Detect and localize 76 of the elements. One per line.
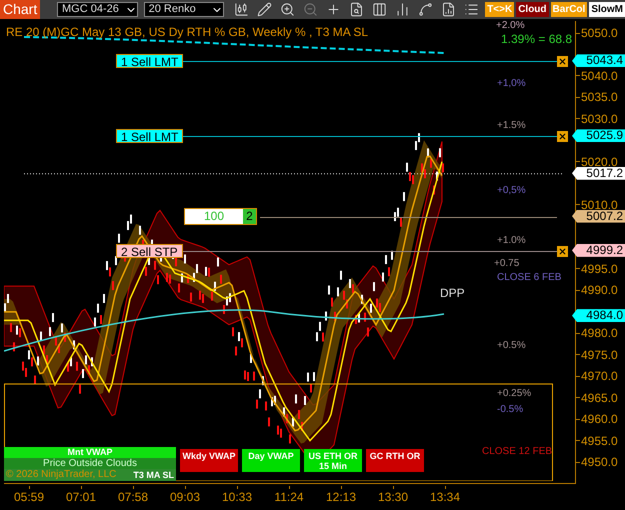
line-icon[interactable] [418,2,434,17]
dropdown[interactable]: MGC 04-26 [57,2,138,17]
close-icon[interactable] [557,131,568,142]
order-label[interactable]: 1 Sell LMT [116,54,184,68]
dropdown[interactable]: 20 Renko [144,2,224,17]
level-label: -0.5% [497,405,524,415]
level-label: +0.5% [497,341,526,351]
price-axis-label: 4970.0 [580,370,618,382]
price-axis-label: 4995.0 [580,262,618,275]
level-label: +2.0% [496,21,525,31]
level-label: +1.5% [497,121,526,131]
price-axis-label: 4955.0 [580,434,618,447]
signal-label: GC RTH OR [366,449,424,472]
time-axis-label: 07:01 [66,489,96,505]
level-label: +0,5% [497,186,526,196]
summary-reading: 1.39% = 68.8 [501,33,572,45]
price-tag: 5025.9 [572,129,625,142]
price-tag: 5007.2 [572,210,625,223]
price-axis-label: 5040.0 [580,70,618,82]
price-tag: 5043.4 [572,54,625,68]
price-axis-label: 5020.0 [580,156,618,168]
order-label[interactable]: 1 Sell LMT [116,129,184,144]
time-axis-label: 13:34 [430,489,460,505]
time-axis-label: 07:58 [118,489,148,505]
level-label: +0.25% [497,389,532,399]
price-axis-label: 4960.0 [580,413,618,426]
price-tag: 4984.0 [572,309,625,322]
chart-tab[interactable]: Chart [0,0,40,19]
level-label: +1.0% [497,236,526,246]
time-axis-label: 12:13 [326,489,356,505]
signal-label: US ETH OR 15 Min [304,449,362,472]
level-label: +0.75 [494,259,520,269]
pencil-icon[interactable] [257,2,272,17]
price-axis-label: 4975.0 [580,348,618,361]
level-label: CLOSE 12 FEB [482,447,552,457]
price-tag: 4999.2 [572,244,625,257]
dpp-label: DPP [440,287,465,299]
signal-label: Day VWAP [242,449,300,472]
price-axis-label: 4980.0 [580,327,618,340]
time-axis-label: 11:24 [274,489,304,505]
zoom-out-icon[interactable] [303,2,318,17]
order-line[interactable] [182,250,557,252]
copyright-text: © 2026 NinjaTrader, LLC [6,469,116,481]
price-axis-label: 5030.0 [580,112,618,125]
document-search-icon[interactable] [349,2,364,17]
chart-document-icon[interactable] [441,2,456,17]
columns-icon[interactable] [372,2,388,17]
time-axis-label: 13:30 [378,489,408,505]
close-icon[interactable] [557,56,568,68]
indicator-label: T3 MA SL [133,469,174,481]
order-label[interactable]: 2 Sell STP [116,244,183,258]
chart-title: RE 20 (M)GC May 13 GB, US Dy RTH % GB, Weekly % , T3 MA SL [6,26,368,38]
level-label: CLOSE 6 FEB [497,273,562,283]
crosshair-icon[interactable] [326,2,342,17]
zoom-in-icon[interactable] [280,2,296,17]
indicator-label: Mnt VWAP [4,447,176,458]
price-axis-label: 5010.0 [580,198,618,211]
toolbar-toggle[interactable]: SlowM [589,2,625,17]
time-axis-label: 10:33 [222,489,252,505]
price-axis-label: 4990.0 [580,284,618,296]
time-axis-label: 09:03 [170,489,200,505]
price-axis-label: 4965.0 [580,392,618,404]
signal-label: Wkdy VWAP [180,449,238,472]
price-axis-label: 5035.0 [580,91,618,104]
toolbar-toggle[interactable]: Cloud [516,2,549,17]
time-axis-label: 05:59 [14,489,44,505]
price-tag: 5017.2 [572,166,625,180]
indicator-label: Price Outside Clouds [4,458,176,469]
price-axis-label: 4950.0 [580,456,618,468]
order-line[interactable] [182,136,557,138]
bar-chart-icon[interactable] [395,2,410,17]
order-line[interactable] [182,61,557,62]
candlestick-icon[interactable] [234,2,250,17]
level-label: +1,0% [497,79,526,89]
price-axis-label: 5050.0 [580,27,618,39]
close-icon[interactable] [557,246,568,257]
